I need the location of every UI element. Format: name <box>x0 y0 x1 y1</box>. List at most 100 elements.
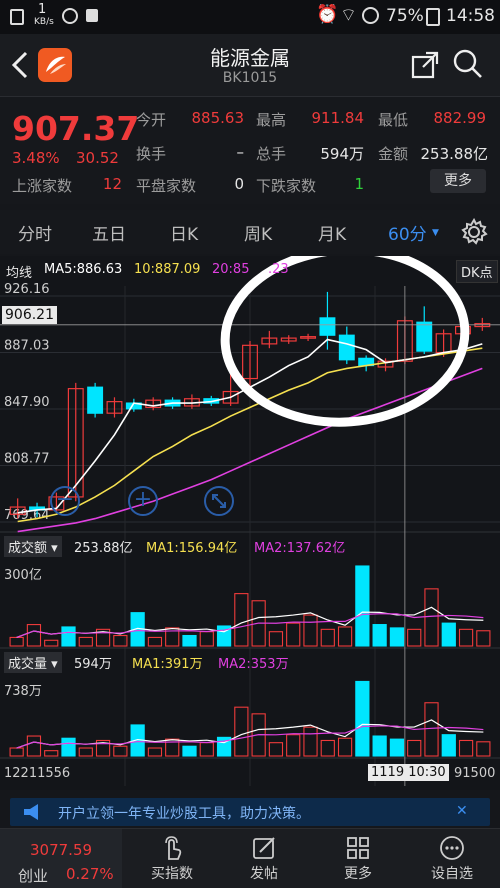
amount-bar <box>9 636 24 647</box>
candle-body <box>338 334 355 361</box>
volume-bar <box>476 741 491 757</box>
volume-bar <box>320 739 335 757</box>
amount-value: 253.88亿 <box>420 145 489 163</box>
amount-bar <box>268 631 284 647</box>
candle-body <box>87 386 104 414</box>
amount-ma1-label: MA1:156.94亿 <box>146 541 238 556</box>
ma-title: 均线 <box>6 266 33 281</box>
volume-bar <box>9 747 24 757</box>
tab-monthly[interactable]: 月K <box>318 220 346 245</box>
volume-indicator-label: 成交量 <box>8 657 48 672</box>
share-icon[interactable] <box>410 50 440 80</box>
nav-add-watchlist-label: 设自选 <box>431 866 473 882</box>
volume-bar <box>337 737 353 757</box>
volume-bar <box>355 680 370 757</box>
volume-bar <box>268 742 284 757</box>
tab-daily[interactable]: 日K <box>170 220 198 245</box>
quote-panel: 907.37 3.48% 30.52 今开 885.63 最高 911.84 最… <box>0 96 500 204</box>
more-dots-icon <box>440 836 464 860</box>
net-speed-unit: KB/s <box>34 17 54 27</box>
fullscreen-button[interactable] <box>204 486 234 516</box>
period-tabs: 分时 五日 日K 周K 月K 60分 ▼ <box>0 210 500 254</box>
amount-indicator-select[interactable]: 成交额 ▾ <box>4 536 62 557</box>
settings-gear-icon[interactable] <box>460 218 488 246</box>
amount-indicator-label: 成交额 <box>8 541 48 556</box>
amount-bar <box>61 626 76 647</box>
amount-bar <box>286 622 301 647</box>
tab-five-day[interactable]: 五日 <box>92 220 126 245</box>
amount-bar <box>26 624 42 647</box>
amount-bar <box>337 626 353 647</box>
kline-chart[interactable]: 926.16887.03847.90808.77769.64 <box>0 245 500 790</box>
net-speed: 1 <box>38 2 47 17</box>
tap-hand-icon <box>165 836 182 860</box>
change-percent: 3.48% <box>12 149 60 167</box>
volume-bar <box>182 745 197 757</box>
index-ticker[interactable]: 3077.59 创业 0.27% <box>0 829 122 888</box>
volume-bar <box>441 734 456 757</box>
volume-indicator-select[interactable]: 成交量 ▾ <box>4 652 62 673</box>
amount-label: 金额 <box>378 145 409 163</box>
y-tick-label: 808.77 <box>4 452 50 467</box>
amount-bar <box>234 593 249 647</box>
close-icon[interactable]: ✕ <box>456 803 468 819</box>
ma20-label: 20:85 <box>212 262 250 277</box>
candle-body <box>416 321 433 352</box>
more-button[interactable]: 更多 <box>430 169 486 193</box>
index-value: 3077.59 <box>30 841 93 859</box>
turnover-value: – <box>236 143 245 161</box>
turnover-label: 换手 <box>136 145 167 163</box>
dk-point-button[interactable]: DK点 <box>456 260 498 283</box>
low-label: 最低 <box>378 111 409 129</box>
zoom-out-button[interactable]: − <box>50 486 80 516</box>
amount-bar <box>199 631 214 647</box>
amount-bar <box>407 628 422 647</box>
amount-bar <box>303 614 318 647</box>
volume-bar <box>78 747 93 757</box>
nav-post[interactable]: 发帖 <box>226 829 302 888</box>
megaphone-icon <box>24 804 38 820</box>
volume-bar <box>234 706 249 757</box>
crosshair-price: 906.21 <box>2 306 57 324</box>
zoom-in-button[interactable]: + <box>128 486 158 516</box>
index-change: 0.27% <box>66 865 114 883</box>
app-header: 能源金属 BK1015 <box>0 34 500 96</box>
amount-bar <box>441 622 456 647</box>
volume-bar <box>44 750 59 757</box>
amount-bar <box>147 636 163 647</box>
search-icon[interactable] <box>452 48 484 80</box>
volume-bar <box>424 702 439 757</box>
nav-more[interactable]: 更多 <box>320 829 396 888</box>
volume-ma1-label: MA1:391万 <box>132 657 203 672</box>
volume-bar <box>61 737 76 757</box>
volume-bar <box>199 742 214 757</box>
ma10-label: 10:887.09 <box>134 262 201 277</box>
chart-area[interactable]: 926.16 887.03 847.90 808.77 769.64 均线 MA5:88… <box>0 245 500 790</box>
y-tick-label: 887.03 <box>4 339 50 354</box>
amount-bar <box>78 636 93 647</box>
image-icon <box>10 9 24 25</box>
tab-60min[interactable]: 60分 <box>388 220 427 245</box>
tab-weekly[interactable]: 周K <box>244 220 272 245</box>
amount-bar <box>44 639 59 647</box>
amount-bar <box>389 627 405 647</box>
up-count-label: 上涨家数 <box>12 177 73 195</box>
amount-value-label: 253.88亿 <box>74 541 133 556</box>
clock: 14:58 <box>446 6 495 26</box>
promo-banner[interactable]: 开户立领一年专业炒股工具，助力决策。 ✕ <box>10 798 490 826</box>
tab-dropdown-icon[interactable]: ▼ <box>432 228 439 238</box>
flat-count-label: 平盘家数 <box>136 177 197 195</box>
no-sim-icon <box>362 7 379 24</box>
tab-intraday[interactable]: 分时 <box>18 220 52 245</box>
up-count: 12 <box>102 175 122 193</box>
grid-icon <box>347 837 369 859</box>
nav-buy-index[interactable]: 买指数 <box>134 829 210 888</box>
amount-y-top: 300亿 <box>4 568 42 583</box>
block-icon <box>62 8 78 24</box>
last-price: 907.37 <box>12 109 140 148</box>
nav-add-watchlist[interactable]: 设自选 <box>414 829 490 888</box>
app-root: 1 KB/s ⏰ ⌔ 75% 14:58 能源金属 BK1015 907.37 <box>0 0 500 888</box>
nav-post-label: 发帖 <box>250 866 278 882</box>
down-count-label: 下跌家数 <box>256 177 317 195</box>
alarm-icon: ⏰ <box>316 4 339 25</box>
